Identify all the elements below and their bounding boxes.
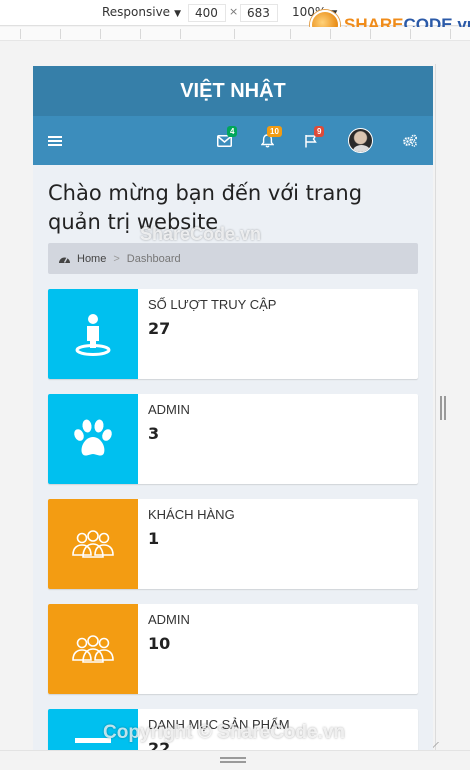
breadcrumb-separator: > — [113, 252, 120, 265]
info-box-label: ADMIN — [148, 402, 190, 417]
avatar — [347, 128, 373, 153]
info-box-content: ADMIN 3 — [138, 394, 200, 484]
info-box-content: ADMIN 10 — [138, 604, 200, 694]
resize-handle-right[interactable] — [440, 396, 446, 420]
users-icon — [72, 635, 114, 663]
info-box-list: SỐ LƯỢT TRUY CẬP 27 ADMIN 3 KHÁCH HÀNG 1… — [48, 289, 418, 750]
notifications-badge: 10 — [267, 126, 282, 137]
info-box-visits[interactable]: SỐ LƯỢT TRUY CẬP 27 — [48, 289, 418, 379]
info-box-icon — [48, 604, 138, 694]
viewport-width-input[interactable]: 400 — [188, 4, 226, 22]
info-box-number: 1 — [148, 529, 160, 548]
media-query-ruler — [0, 27, 470, 41]
info-box-content: KHÁCH HÀNG 1 — [138, 499, 245, 589]
info-box-label: ADMIN — [148, 612, 190, 627]
info-box-icon — [48, 394, 138, 484]
info-box-admin[interactable]: ADMIN 3 — [48, 394, 418, 484]
viewport-height-input[interactable]: 683 — [240, 4, 278, 22]
info-box-number: 27 — [148, 319, 171, 338]
info-box-icon — [48, 289, 138, 379]
list-icon — [75, 738, 111, 743]
info-box-customers[interactable]: KHÁCH HÀNG 1 — [48, 499, 418, 589]
info-box-number: 22 — [148, 739, 171, 750]
emulated-viewport: VIỆT NHẬT 4 10 9 Chào mừng bạn đến với t… — [33, 66, 433, 750]
control-sidebar-button[interactable] — [399, 116, 421, 165]
hamburger-icon — [48, 135, 62, 146]
breadcrumb-current: Dashboard — [126, 252, 181, 265]
breadcrumb: Home > Dashboard — [48, 243, 418, 274]
info-box-label: DANH MỤC SẢN PHẨM — [148, 717, 290, 732]
info-box-number: 3 — [148, 424, 160, 443]
info-box-icon — [48, 709, 138, 750]
tasks-badge: 9 — [314, 126, 325, 137]
breadcrumb-home-link[interactable]: Home — [77, 253, 106, 265]
sidebar-toggle-button[interactable] — [45, 116, 65, 165]
paw-icon — [74, 419, 112, 456]
info-box-categories[interactable]: DANH MỤC SẢN PHẨM 22 — [48, 709, 418, 750]
info-box-label: SỐ LƯỢT TRUY CẬP — [148, 297, 277, 312]
users-icon — [72, 530, 114, 558]
dashboard-icon — [59, 257, 70, 263]
tasks-menu[interactable]: 9 — [299, 116, 325, 165]
dimension-separator: × — [229, 5, 239, 18]
page-title: Chào mừng bạn đến với trang quản trị web… — [48, 181, 363, 234]
brand-logo[interactable]: VIỆT NHẬT — [33, 66, 433, 116]
notifications-menu[interactable]: 10 — [256, 116, 282, 165]
gears-icon — [403, 134, 417, 147]
resize-handle-bottom[interactable] — [220, 757, 246, 763]
messages-menu[interactable]: 4 — [213, 116, 238, 165]
info-box-content: DANH MỤC SẢN PHẨM 22 — [138, 709, 300, 750]
messages-badge: 4 — [227, 126, 238, 137]
info-box-admin-count[interactable]: ADMIN 10 — [48, 604, 418, 694]
caret-down-icon: ▼ — [174, 9, 181, 19]
info-box-icon — [48, 499, 138, 589]
top-navbar: 4 10 9 — [33, 116, 433, 165]
user-menu[interactable] — [346, 116, 374, 165]
user-icon — [75, 314, 111, 356]
device-mode-select[interactable]: Responsive ▼ — [102, 5, 181, 19]
info-box-content: SỐ LƯỢT TRUY CẬP 27 — [138, 289, 286, 379]
info-box-number: 10 — [148, 634, 171, 653]
info-box-label: KHÁCH HÀNG — [148, 507, 235, 522]
